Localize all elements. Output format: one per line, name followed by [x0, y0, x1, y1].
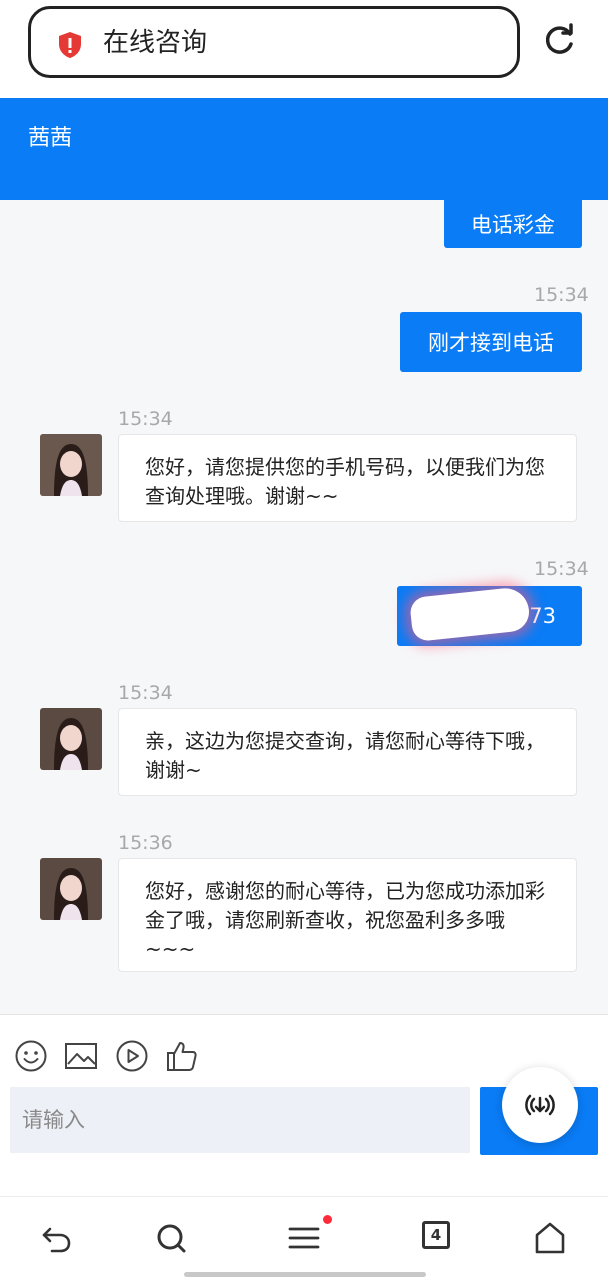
emoji-icon[interactable] — [14, 1039, 48, 1073]
url-field[interactable]: 在线咨询 — [28, 6, 520, 78]
menu-icon — [288, 1227, 320, 1249]
image-icon[interactable] — [64, 1039, 98, 1073]
bottom-navigation: 4 — [0, 1196, 608, 1280]
avatar[interactable] — [40, 434, 102, 496]
back-icon[interactable] — [40, 1221, 74, 1255]
audio-download-icon — [525, 1094, 555, 1116]
home-icon[interactable] — [533, 1221, 567, 1255]
message-text: 73 — [529, 604, 556, 628]
message-time: 15:34 — [118, 408, 173, 430]
avatar[interactable] — [40, 708, 102, 770]
video-icon[interactable] — [115, 1039, 149, 1073]
incoming-message: 您好，请您提供您的手机号码，以便我们为您查询处理哦。谢谢~~ — [118, 434, 577, 522]
notification-dot — [323, 1215, 332, 1224]
menu-button[interactable] — [287, 1215, 332, 1255]
thumbs-up-icon[interactable] — [165, 1039, 199, 1073]
tabs-button[interactable]: 4 — [422, 1221, 456, 1255]
composer — [0, 1014, 608, 1196]
reload-icon[interactable] — [540, 22, 578, 60]
outgoing-message: 73 — [397, 585, 582, 646]
outgoing-message: 电话彩金 — [444, 200, 582, 248]
agent-avatar-image — [40, 434, 102, 496]
agent-avatar-image — [40, 858, 102, 920]
chat-header: 茜茜 — [0, 98, 608, 200]
voice-button[interactable] — [502, 1067, 578, 1143]
message-input[interactable] — [10, 1087, 470, 1153]
agent-name: 茜茜 — [28, 126, 73, 151]
incoming-message: 您好，感谢您的耐心等待，已为您成功添加彩金了哦，请您刷新查收，祝您盈利多多哦~~… — [118, 858, 577, 972]
address-bar: 在线咨询 — [0, 0, 608, 98]
message-time: 15:36 — [118, 832, 173, 854]
message-text: 刚才接到电话 — [428, 331, 554, 355]
redaction-mark — [409, 585, 531, 643]
tabs-count: 4 — [422, 1221, 450, 1249]
agent-avatar-image — [40, 708, 102, 770]
shield-alert-icon — [59, 32, 81, 58]
message-text: 亲，这边为您提交查询，请您耐心等待下哦，谢谢~ — [145, 729, 545, 782]
message-time: 15:34 — [534, 558, 589, 580]
message-time: 15:34 — [534, 284, 589, 306]
message-text: 您好，请您提供您的手机号码，以便我们为您查询处理哦。谢谢~~ — [145, 455, 545, 508]
search-icon[interactable] — [154, 1221, 188, 1255]
avatar[interactable] — [40, 858, 102, 920]
message-text: 电话彩金 — [471, 213, 555, 237]
chat-messages[interactable]: 电话彩金 15:34 刚才接到电话 15:34 您好，请您提供您的手机号码，以便… — [0, 200, 608, 1014]
home-indicator[interactable] — [184, 1272, 426, 1277]
incoming-message: 亲，这边为您提交查询，请您耐心等待下哦，谢谢~ — [118, 708, 577, 796]
message-text: 您好，感谢您的耐心等待，已为您成功添加彩金了哦，请您刷新查收，祝您盈利多多哦~~… — [145, 879, 545, 961]
outgoing-message: 刚才接到电话 — [400, 312, 582, 372]
page-title: 在线咨询 — [103, 28, 208, 58]
message-time: 15:34 — [118, 682, 173, 704]
